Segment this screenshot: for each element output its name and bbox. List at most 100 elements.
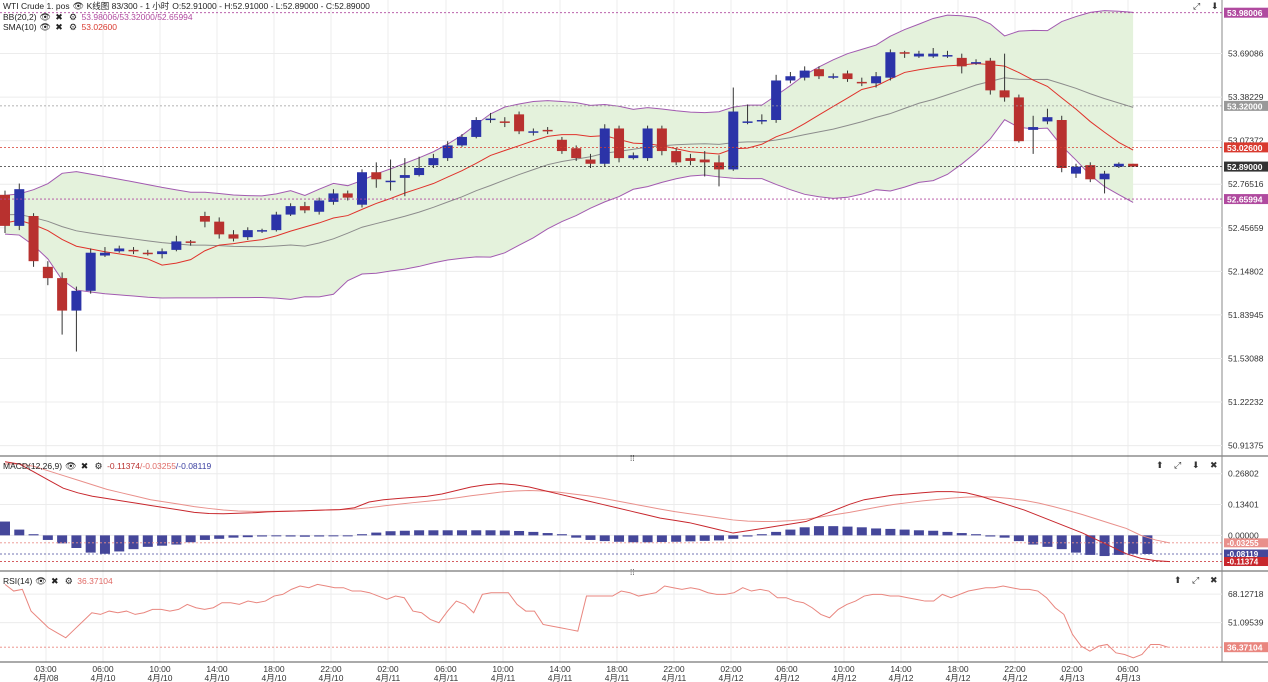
macd-histogram-bar [1013, 535, 1024, 542]
candle-body [357, 172, 367, 205]
candle-body [528, 131, 539, 133]
candle-body [242, 230, 253, 238]
eye-icon[interactable]: 👁 [65, 461, 76, 471]
close-icon[interactable]: ✖ [49, 576, 60, 586]
macd-histogram-bar [956, 533, 967, 536]
candle-body [371, 172, 382, 180]
macd-label-text: -0.03255 [1227, 539, 1259, 548]
drag-handle-icon[interactable]: ⁞⁞ [630, 454, 634, 463]
macd-histogram-bar [157, 535, 168, 546]
price-label-text: 53.32000 [1227, 101, 1263, 111]
candle-body [342, 193, 353, 198]
arrow-up-icon[interactable]: ⬆ [1174, 575, 1182, 586]
price-tick-label: 50.91375 [1228, 441, 1264, 451]
rsi-tick-label: 51.09539 [1228, 618, 1264, 628]
gear-icon[interactable]: ⚙ [63, 576, 74, 586]
date-tick-label: 4月/10 [90, 673, 115, 682]
macd-histogram-bar [913, 530, 924, 536]
macd-histogram-bar [928, 530, 939, 536]
rsi-label-text: 36.37104 [1227, 643, 1263, 653]
chart-canvas[interactable]: 03:004月/0806:004月/1010:004月/1014:004月/10… [0, 0, 1268, 682]
drag-handle-icon[interactable]: ⁞⁞ [630, 568, 634, 577]
macd-histogram-bar [599, 535, 610, 542]
rsi-name: RSI(14) [3, 576, 33, 586]
date-tick-label: 4月/12 [831, 673, 856, 682]
candle-body [456, 136, 467, 146]
gear-icon[interactable]: ⚙ [68, 22, 79, 32]
macd-histogram-bar [1042, 535, 1053, 547]
macd-histogram-bar [371, 532, 382, 536]
macd-histogram-bar [842, 526, 853, 536]
candle-body [257, 230, 268, 232]
close-icon[interactable]: ✖ [1210, 575, 1218, 586]
candle-body [42, 266, 53, 279]
candle-body [585, 159, 596, 164]
arrow-down-icon[interactable]: ⬇ [1192, 460, 1200, 471]
price-label-text: 53.98006 [1227, 8, 1263, 18]
date-tick-label: 4月/10 [204, 673, 229, 682]
expand-icon[interactable]: ⤢ [1193, 1, 1200, 12]
macd-tick-label: 0.26802 [1228, 469, 1259, 479]
close-icon[interactable]: ✖ [54, 22, 65, 32]
candle-body [71, 290, 82, 311]
eye-icon[interactable]: 👁 [73, 1, 84, 11]
bb-legend: BB(20,2) 👁 ✖ ⚙ 53.98006/53.32000/52.6599… [3, 12, 193, 22]
date-tick-label: 4月/11 [376, 673, 401, 682]
macd-histogram-bar [813, 526, 824, 536]
instrument-name: WTI Crude 1. pos [3, 1, 70, 11]
candle-body [699, 159, 710, 163]
macd-histogram-bar [728, 535, 739, 539]
macd-histogram-bar [142, 535, 153, 547]
candle-body [1013, 97, 1024, 142]
candle-body [28, 216, 39, 262]
candle-body [399, 175, 410, 178]
rsi-tick-label: 68.12718 [1228, 589, 1264, 599]
macd-histogram-bar [799, 527, 810, 536]
gear-icon[interactable]: ⚙ [93, 461, 104, 471]
candle-body [785, 76, 796, 81]
macd-histogram-bar [714, 535, 724, 541]
macd-histogram-bar [656, 535, 667, 543]
macd-histogram-bar [499, 530, 510, 536]
macd-histogram-bar [0, 521, 10, 536]
candle-body [742, 121, 753, 123]
candle-body [514, 114, 525, 132]
macd-histogram-bar [585, 535, 596, 540]
ohlc-readout: O:52.91000 - H:52.91000 - L:52.89000 - C… [172, 1, 370, 11]
candle-body [199, 216, 210, 222]
candle-body [485, 118, 496, 121]
eye-icon[interactable]: 👁 [40, 22, 51, 32]
candle-body [85, 252, 96, 291]
macd-histogram-bar [285, 535, 296, 537]
candle-body [642, 128, 653, 159]
close-icon[interactable]: ✖ [79, 461, 90, 471]
macd-histogram-bar [756, 534, 767, 536]
candle-body [714, 162, 724, 170]
arrow-up-icon[interactable]: ⬆ [1156, 460, 1164, 471]
macd-histogram-bar [257, 535, 268, 537]
arrow-down-icon[interactable]: ⬇ [1211, 1, 1219, 12]
gear-icon[interactable]: ⚙ [68, 12, 79, 22]
macd-histogram-bar [671, 535, 682, 542]
candle-body [956, 57, 967, 67]
close-icon[interactable]: ✖ [54, 12, 65, 22]
candle-body [771, 80, 782, 120]
macd-histogram-bar [342, 535, 353, 537]
date-tick-label: 4月/10 [147, 673, 172, 682]
macd-histogram-bar [1056, 535, 1067, 550]
candle-body [1085, 165, 1096, 180]
chart-label: K线图 83/300 - 1 小时 [86, 1, 170, 11]
expand-icon[interactable]: ⤢ [1192, 575, 1199, 586]
candle-body [428, 158, 439, 166]
macd-histogram-bar [685, 535, 696, 542]
macd-histogram-bar [742, 535, 753, 537]
eye-icon[interactable]: 👁 [40, 12, 51, 22]
candle-body [314, 200, 325, 212]
date-tick-label: 4月/13 [1115, 673, 1140, 682]
eye-icon[interactable]: 👁 [35, 576, 46, 586]
candle-body [414, 168, 425, 176]
macd-histogram-bar [1099, 535, 1110, 557]
expand-icon[interactable]: ⤢ [1174, 460, 1181, 471]
close-icon[interactable]: ✖ [1210, 460, 1218, 471]
macd-histogram-bar [771, 531, 782, 536]
